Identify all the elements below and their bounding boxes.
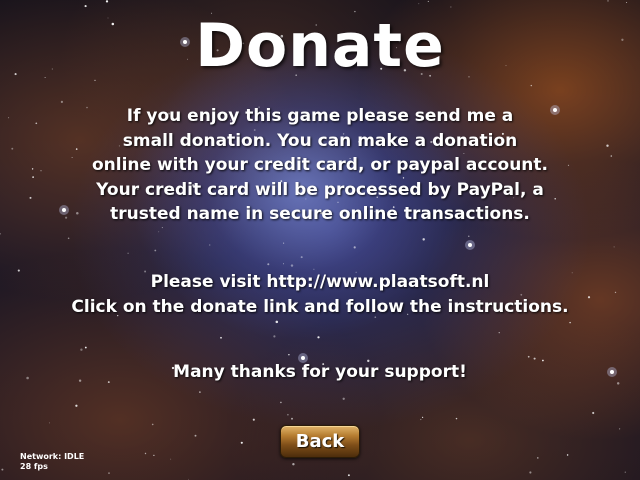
star — [108, 472, 110, 474]
star — [290, 264, 294, 267]
bright-star-glow — [465, 240, 475, 250]
bright-star — [468, 243, 472, 247]
star — [8, 117, 10, 119]
star — [144, 452, 147, 455]
star — [158, 231, 160, 233]
star — [317, 336, 320, 339]
star — [170, 458, 172, 460]
star — [292, 463, 295, 466]
message-line: online with your credit card, or paypal … — [91, 155, 548, 175]
star — [498, 332, 500, 334]
network-status: Network: IDLE — [20, 452, 85, 461]
star — [1, 468, 4, 471]
star — [468, 235, 470, 237]
star — [618, 428, 621, 430]
star — [60, 100, 64, 104]
star — [455, 417, 458, 420]
star — [353, 246, 356, 249]
star — [288, 354, 290, 356]
star — [300, 256, 303, 259]
visit-website-line: Please visit http://www.plaatsoft.nl — [150, 272, 490, 292]
star — [273, 335, 276, 338]
donate-screen: Donate If you enjoy this game please sen… — [0, 0, 640, 480]
back-button[interactable]: Back — [280, 425, 360, 458]
star — [607, 0, 609, 2]
star — [569, 321, 571, 324]
star — [75, 404, 78, 407]
star — [161, 227, 163, 229]
star — [154, 249, 157, 252]
star — [84, 346, 87, 349]
star — [84, 5, 87, 8]
star — [209, 244, 211, 246]
star — [427, 0, 429, 2]
star — [67, 237, 70, 240]
star — [283, 242, 285, 244]
star — [287, 413, 289, 416]
star — [529, 471, 532, 474]
star — [291, 417, 293, 420]
star — [48, 422, 50, 424]
star — [11, 147, 14, 150]
star — [151, 423, 154, 426]
fps-counter: 28 fps — [20, 462, 48, 471]
message-line: trusted name in secure online transactio… — [110, 204, 530, 224]
thanks-line: Many thanks for your support! — [173, 362, 467, 382]
star — [624, 471, 626, 473]
donation-message: If you enjoy this game please send me a … — [20, 104, 620, 227]
message-line: small donation. You can make a donation — [122, 130, 518, 151]
star — [422, 238, 425, 241]
star — [613, 246, 615, 248]
star — [347, 474, 350, 477]
star — [240, 441, 243, 444]
star — [420, 418, 422, 421]
star — [566, 454, 569, 456]
star — [0, 232, 1, 235]
star — [530, 84, 533, 87]
star — [267, 263, 270, 266]
star — [194, 434, 197, 437]
page-title: Donate — [195, 11, 445, 81]
star — [127, 252, 129, 254]
star — [527, 355, 530, 358]
star — [592, 411, 595, 415]
star — [199, 391, 201, 393]
message-line: If you enjoy this game please send me a — [126, 106, 514, 126]
star — [537, 457, 539, 459]
star — [153, 454, 155, 457]
thanks-message: Many thanks for your support! — [20, 360, 620, 385]
star — [421, 416, 424, 419]
status-overlay: Network: IDLE 28 fps — [20, 452, 84, 472]
star — [252, 418, 255, 421]
star — [342, 397, 345, 400]
star — [626, 2, 628, 3]
visit-instructions: Please visit http://www.plaatsoft.nl Cli… — [20, 270, 620, 319]
star — [80, 348, 83, 351]
star — [283, 263, 285, 265]
star — [418, 3, 420, 5]
star — [220, 336, 222, 339]
instructions-line: Click on the donate link and follow the … — [71, 296, 569, 317]
star — [275, 320, 279, 324]
message-line: Your credit card will be processed by Pa… — [96, 179, 544, 200]
star — [280, 401, 282, 404]
star — [105, 0, 109, 3]
